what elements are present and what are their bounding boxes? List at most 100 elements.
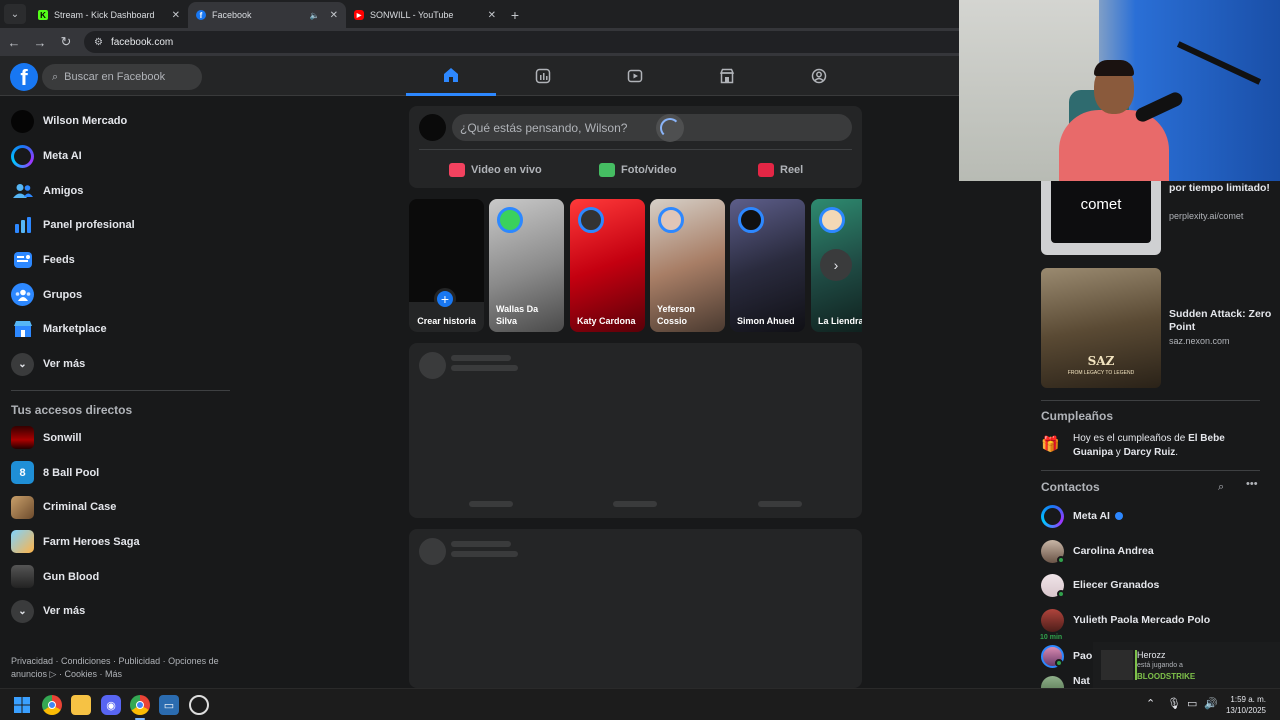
- search-input[interactable]: ⌕ Buscar en Facebook: [42, 64, 202, 90]
- live-video-button[interactable]: Video en vivo: [449, 158, 542, 182]
- reload-icon[interactable]: ↻: [54, 30, 78, 54]
- story-card[interactable]: Katy Cardona: [570, 199, 645, 332]
- sidebar-item-groups[interactable]: Grupos: [0, 277, 240, 312]
- birthday-text: Hoy es el cumpleaños de El Bebe Guanipa …: [1073, 432, 1265, 460]
- shortcut-label: 8 Ball Pool: [43, 466, 100, 479]
- webcam-person-body: [1059, 110, 1169, 181]
- skeleton-action: [469, 501, 513, 507]
- tab-search-icon[interactable]: ⌄: [4, 4, 26, 24]
- video-icon[interactable]: [590, 56, 680, 96]
- post-input[interactable]: ¿Qué estás pensando, Wilson?: [452, 114, 852, 142]
- new-tab-button[interactable]: +: [504, 4, 526, 26]
- ad-image[interactable]: comet: [1041, 175, 1161, 255]
- sidebar-item-meta-ai[interactable]: Meta AI: [0, 139, 240, 174]
- search-icon[interactable]: ⌕: [1218, 481, 1224, 494]
- last-active-badge: 10 min: [1039, 633, 1064, 641]
- home-icon[interactable]: [406, 56, 496, 96]
- shortcut-sonwill[interactable]: Sonwill: [0, 421, 240, 456]
- 8-ball-pool-icon: 8: [11, 461, 34, 485]
- app-window-icon[interactable]: ▭: [159, 695, 179, 715]
- footer-links[interactable]: Privacidad · Condiciones · Publicidad · …: [11, 655, 221, 681]
- sidebar-item-see-more[interactable]: ⌄ Ver más: [0, 347, 240, 382]
- tab-kick[interactable]: K Stream - Kick Dashboard ✕: [30, 2, 188, 28]
- gaming-icon[interactable]: [774, 56, 864, 96]
- footer-line[interactable]: anuncios ▷ · Cookies · Más: [11, 668, 221, 681]
- shortcut-gun-blood[interactable]: Gun Blood: [0, 559, 240, 594]
- create-story-card[interactable]: + Crear historia: [409, 199, 484, 332]
- site-info-icon[interactable]: ⚙: [94, 37, 103, 48]
- contact-item[interactable]: 10 min Yulieth Paola Mercado Polo: [1039, 605, 1210, 641]
- story-name: Yeferson Cossio: [657, 304, 696, 326]
- more-options-icon[interactable]: •••: [1246, 478, 1258, 490]
- shortcut-label: Ver más: [43, 605, 86, 618]
- facebook-logo[interactable]: f: [10, 63, 38, 91]
- contact-item[interactable]: Carolina Andrea: [1041, 536, 1154, 566]
- story-card[interactable]: Wallas Da Silva: [489, 199, 564, 332]
- dashboard-icon[interactable]: [498, 56, 588, 96]
- search-placeholder: Buscar en Facebook: [64, 71, 166, 83]
- ad-title[interactable]: Sudden Attack: Zero Point: [1169, 308, 1279, 334]
- contact-item[interactable]: Nat: [1041, 676, 1090, 688]
- microphone-icon[interactable]: 🎙: [1167, 697, 1181, 710]
- sidebar-item-label: Panel profesional: [43, 219, 135, 232]
- sidebar-item-professional-dashboard[interactable]: Panel profesional: [0, 208, 240, 243]
- game-activity-toast[interactable]: Herozz está jugando a BLOODSTRIKE: [1093, 642, 1280, 688]
- speaker-icon[interactable]: 🔈: [310, 11, 320, 20]
- url-field[interactable]: ⚙ facebook.com: [84, 31, 984, 53]
- obs-icon[interactable]: [189, 695, 209, 715]
- back-icon[interactable]: ←: [2, 30, 26, 54]
- reel-button[interactable]: Reel: [758, 158, 803, 182]
- chevron-up-icon[interactable]: ⌃: [1146, 697, 1155, 710]
- url-text: facebook.com: [110, 36, 174, 48]
- system-clock[interactable]: 1:59 a. m. 13/10/2025: [1226, 694, 1266, 716]
- footer-line[interactable]: Privacidad · Condiciones · Publicidad · …: [11, 655, 221, 668]
- contact-item[interactable]: Eliecer Granados: [1041, 570, 1159, 600]
- birthday-suffix: .: [1175, 447, 1179, 458]
- search-icon: ⌕: [52, 70, 59, 83]
- volume-icon[interactable]: 🔊: [1204, 697, 1218, 710]
- file-explorer-icon[interactable]: [71, 695, 91, 715]
- sidebar-item-feeds[interactable]: Feeds: [0, 243, 240, 278]
- discord-icon[interactable]: ◉: [101, 695, 121, 715]
- sidebar-item-profile[interactable]: Wilson Mercado: [0, 104, 240, 139]
- avatar: [1041, 676, 1064, 688]
- close-icon[interactable]: ✕: [488, 10, 496, 21]
- forward-icon[interactable]: →: [28, 30, 52, 54]
- story-card[interactable]: Yeferson Cossio: [650, 199, 725, 332]
- tab-facebook[interactable]: f Facebook 🔈 ✕: [188, 2, 346, 28]
- story-card[interactable]: Simon Ahued: [730, 199, 805, 332]
- photo-video-button[interactable]: Foto/video: [599, 158, 677, 182]
- contact-meta-ai[interactable]: Meta AI: [1041, 501, 1123, 531]
- chevron-right-icon[interactable]: ›: [820, 249, 852, 281]
- marketplace-icon[interactable]: [682, 56, 772, 96]
- skeleton-action: [758, 501, 802, 507]
- shortcuts-see-more[interactable]: ⌄ Ver más: [0, 594, 240, 629]
- ad-image[interactable]: SAZ FROM LEGACY TO LEGEND: [1041, 268, 1161, 388]
- network-icon[interactable]: ▭: [1187, 697, 1197, 710]
- tab-youtube[interactable]: ▶ SONWILL - YouTube ✕: [346, 2, 504, 28]
- feeds-icon: [11, 249, 34, 272]
- youtube-icon: ▶: [354, 10, 364, 20]
- sidebar-item-marketplace[interactable]: Marketplace: [0, 312, 240, 347]
- divider: [11, 389, 230, 391]
- sidebar-item-friends[interactable]: Amigos: [0, 173, 240, 208]
- ad-title[interactable]: por tiempo limitado!: [1169, 182, 1279, 195]
- avatar[interactable]: [419, 114, 446, 141]
- ad-domain: perplexity.ai/comet: [1169, 211, 1244, 221]
- shortcut-8-ball-pool[interactable]: 8 8 Ball Pool: [0, 455, 240, 490]
- sidebar-item-label: Grupos: [43, 288, 83, 301]
- button-label: Reel: [780, 164, 804, 176]
- windows-start-icon[interactable]: [12, 695, 32, 715]
- close-icon[interactable]: ✕: [172, 10, 180, 21]
- shortcut-criminal-case[interactable]: Criminal Case: [0, 490, 240, 525]
- skeleton-line: [451, 551, 518, 557]
- chrome-icon[interactable]: [42, 695, 62, 715]
- webcam-overlay: [959, 0, 1280, 181]
- birthday-name[interactable]: Darcy Ruiz: [1124, 447, 1176, 458]
- avatar: [497, 207, 523, 233]
- chrome-icon[interactable]: [130, 695, 150, 715]
- contact-item[interactable]: Paol: [1041, 641, 1095, 671]
- close-icon[interactable]: ✕: [330, 10, 338, 21]
- chrome-center-icon: [48, 701, 56, 709]
- shortcut-farm-heroes-saga[interactable]: Farm Heroes Saga: [0, 525, 240, 560]
